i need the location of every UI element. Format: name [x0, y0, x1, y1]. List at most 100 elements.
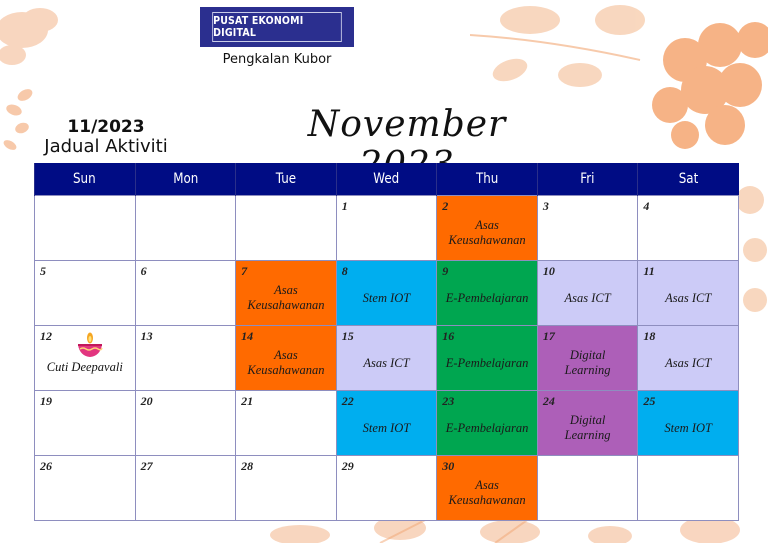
calendar-day-cell[interactable]: 18 Asas ICT [637, 325, 739, 391]
calendar-day-cell[interactable]: 1 [335, 195, 438, 261]
calendar-day-cell[interactable]: 21 [235, 390, 337, 456]
event-label: Stem IOT [664, 421, 712, 435]
event-label: Stem IOT [362, 291, 411, 305]
calendar-week-row: 26 27 28 29 30 Asas Keusahawanan [34, 455, 739, 521]
logo-text: PUSAT EKONOMI DIGITAL [212, 12, 342, 42]
calendar-day-cell[interactable]: 29 [335, 455, 438, 521]
weekday-header: Thu [436, 163, 538, 196]
event-label: Digital Learning [564, 348, 611, 377]
calendar-empty-cell [637, 455, 739, 521]
day-number: 3 [542, 199, 549, 213]
calendar-week-row: 1 2 Asas Keusahawanan 3 4 [34, 195, 739, 261]
event-label: E-Pembelajaran [445, 291, 529, 305]
day-number: 22 [341, 394, 354, 408]
calendar-day-cell[interactable]: 13 [134, 325, 237, 391]
day-number: 26 [40, 459, 52, 473]
event-label: Digital Learning [564, 413, 611, 442]
day-number: 14 [241, 329, 254, 343]
weekday-header: Sun [34, 163, 136, 196]
weekday-header-row: Sun Mon Tue Wed Thu Fri Sat [34, 163, 739, 196]
calendar-day-cell[interactable]: 3 [536, 195, 639, 261]
event-label: E-Pembelajaran [445, 421, 529, 435]
calendar-day-cell[interactable]: 19 [34, 390, 136, 456]
day-number: 19 [40, 394, 52, 408]
day-number: 24 [542, 394, 555, 408]
event-label: Asas ICT [564, 291, 611, 305]
calendar-day-cell[interactable]: 9 E-Pembelajaran [436, 260, 538, 326]
calendar-day-cell[interactable]: 27 [134, 455, 237, 521]
calendar-day-cell[interactable]: 14 Asas Keusahawanan [235, 325, 337, 391]
day-number: 25 [643, 394, 656, 408]
calendar-week-row: 19 20 21 22 Stem IOT 23 E-Pembelajaran 24 Digita… [34, 390, 739, 456]
calendar-day-cell[interactable]: 23 E-Pembelajaran [436, 390, 538, 456]
diya-lamp-icon [78, 332, 103, 357]
day-number: 1 [341, 199, 348, 213]
day-number: 10 [542, 264, 555, 278]
day-number: 16 [442, 329, 455, 343]
day-number: 13 [140, 329, 153, 343]
month-number: 11/2023 [67, 117, 145, 137]
event-label: Asas ICT [665, 291, 712, 305]
day-number: 28 [241, 459, 254, 473]
holiday-label: Cuti Deepavali [46, 360, 123, 374]
weekday-header: Fri [536, 163, 638, 196]
logo-badge: PUSAT EKONOMI DIGITAL [200, 7, 354, 47]
calendar-week-row: 12 Cuti Deepavali 13 14 Asas Keusahawanan 15 A… [34, 325, 739, 391]
calendar-day-cell[interactable]: 25 Stem IOT [637, 390, 739, 456]
weekday-header: Wed [335, 163, 437, 196]
day-number: 20 [140, 394, 153, 408]
day-number: 4 [643, 199, 650, 213]
day-number: 12 [40, 329, 52, 343]
calendar-day-cell[interactable]: 24 Digital Learning [536, 390, 639, 456]
calendar-day-cell[interactable]: 22 Stem IOT [335, 390, 438, 456]
day-number: 18 [643, 329, 656, 343]
calendar-day-cell[interactable]: 4 [637, 195, 739, 261]
schedule-label: Jadual Aktiviti [44, 136, 168, 157]
day-number: 7 [241, 264, 248, 278]
calendar-day-cell[interactable]: 2 Asas Keusahawanan [436, 195, 538, 261]
day-number: 11 [643, 264, 655, 278]
day-number: 5 [40, 264, 46, 278]
day-number: 8 [341, 264, 348, 278]
day-number: 21 [241, 394, 254, 408]
calendar-day-cell[interactable]: 26 [34, 455, 136, 521]
calendar-day-cell[interactable]: 6 [134, 260, 237, 326]
day-number: 30 [442, 459, 455, 473]
calendar-day-cell[interactable]: 8 Stem IOT [335, 260, 438, 326]
event-label: Stem IOT [362, 421, 411, 435]
logo-subtitle: Pengkalan Kubor [222, 52, 332, 67]
event-label: E-Pembelajaran [445, 356, 529, 370]
weekday-header: Mon [134, 163, 236, 196]
calendar-day-cell[interactable]: 20 [134, 390, 237, 456]
day-number: 23 [442, 394, 455, 408]
calendar-day-cell[interactable]: 30 Asas Keusahawanan [436, 455, 538, 521]
event-label: Asas Keusahawanan [448, 478, 526, 507]
event-label: Asas ICT [665, 356, 712, 370]
calendar-empty-cell [134, 195, 237, 261]
event-label: Asas ICT [363, 356, 410, 370]
event-label: Asas Keusahawanan [448, 218, 526, 247]
day-number: 17 [542, 329, 555, 343]
event-label: Asas Keusahawanan [247, 348, 325, 377]
calendar-day-cell[interactable]: 10 Asas ICT [536, 260, 639, 326]
day-number: 9 [442, 264, 449, 278]
calendar-day-cell[interactable]: 5 [34, 260, 136, 326]
calendar-week-row: 5 6 7 Asas Keusahawanan 8 Stem IOT 9 E-Pembelaj… [34, 260, 739, 326]
calendar-day-cell[interactable]: 28 [235, 455, 337, 521]
day-number: 29 [341, 459, 354, 473]
event-label: Asas Keusahawanan [247, 283, 325, 312]
calendar-empty-cell [34, 195, 136, 261]
calendar-day-cell[interactable]: 15 Asas ICT [335, 325, 438, 391]
calendar-day-cell[interactable]: 12 Cuti Deepavali [34, 325, 136, 391]
calendar-grid: Sun Mon Tue Wed Thu Fri Sat 1 2 Asas Keusa… [34, 163, 739, 521]
calendar-day-cell[interactable]: 7 Asas Keusahawanan [235, 260, 337, 326]
calendar-empty-cell [235, 195, 337, 261]
calendar-empty-cell [536, 455, 639, 521]
calendar-day-cell[interactable]: 11 Asas ICT [637, 260, 739, 326]
day-number: 6 [140, 264, 147, 278]
day-number: 15 [341, 329, 354, 343]
weekday-header: Tue [235, 163, 337, 196]
day-number: 2 [442, 199, 449, 213]
calendar-day-cell[interactable]: 17 Digital Learning [536, 325, 639, 391]
calendar-day-cell[interactable]: 16 E-Pembelajaran [436, 325, 538, 391]
